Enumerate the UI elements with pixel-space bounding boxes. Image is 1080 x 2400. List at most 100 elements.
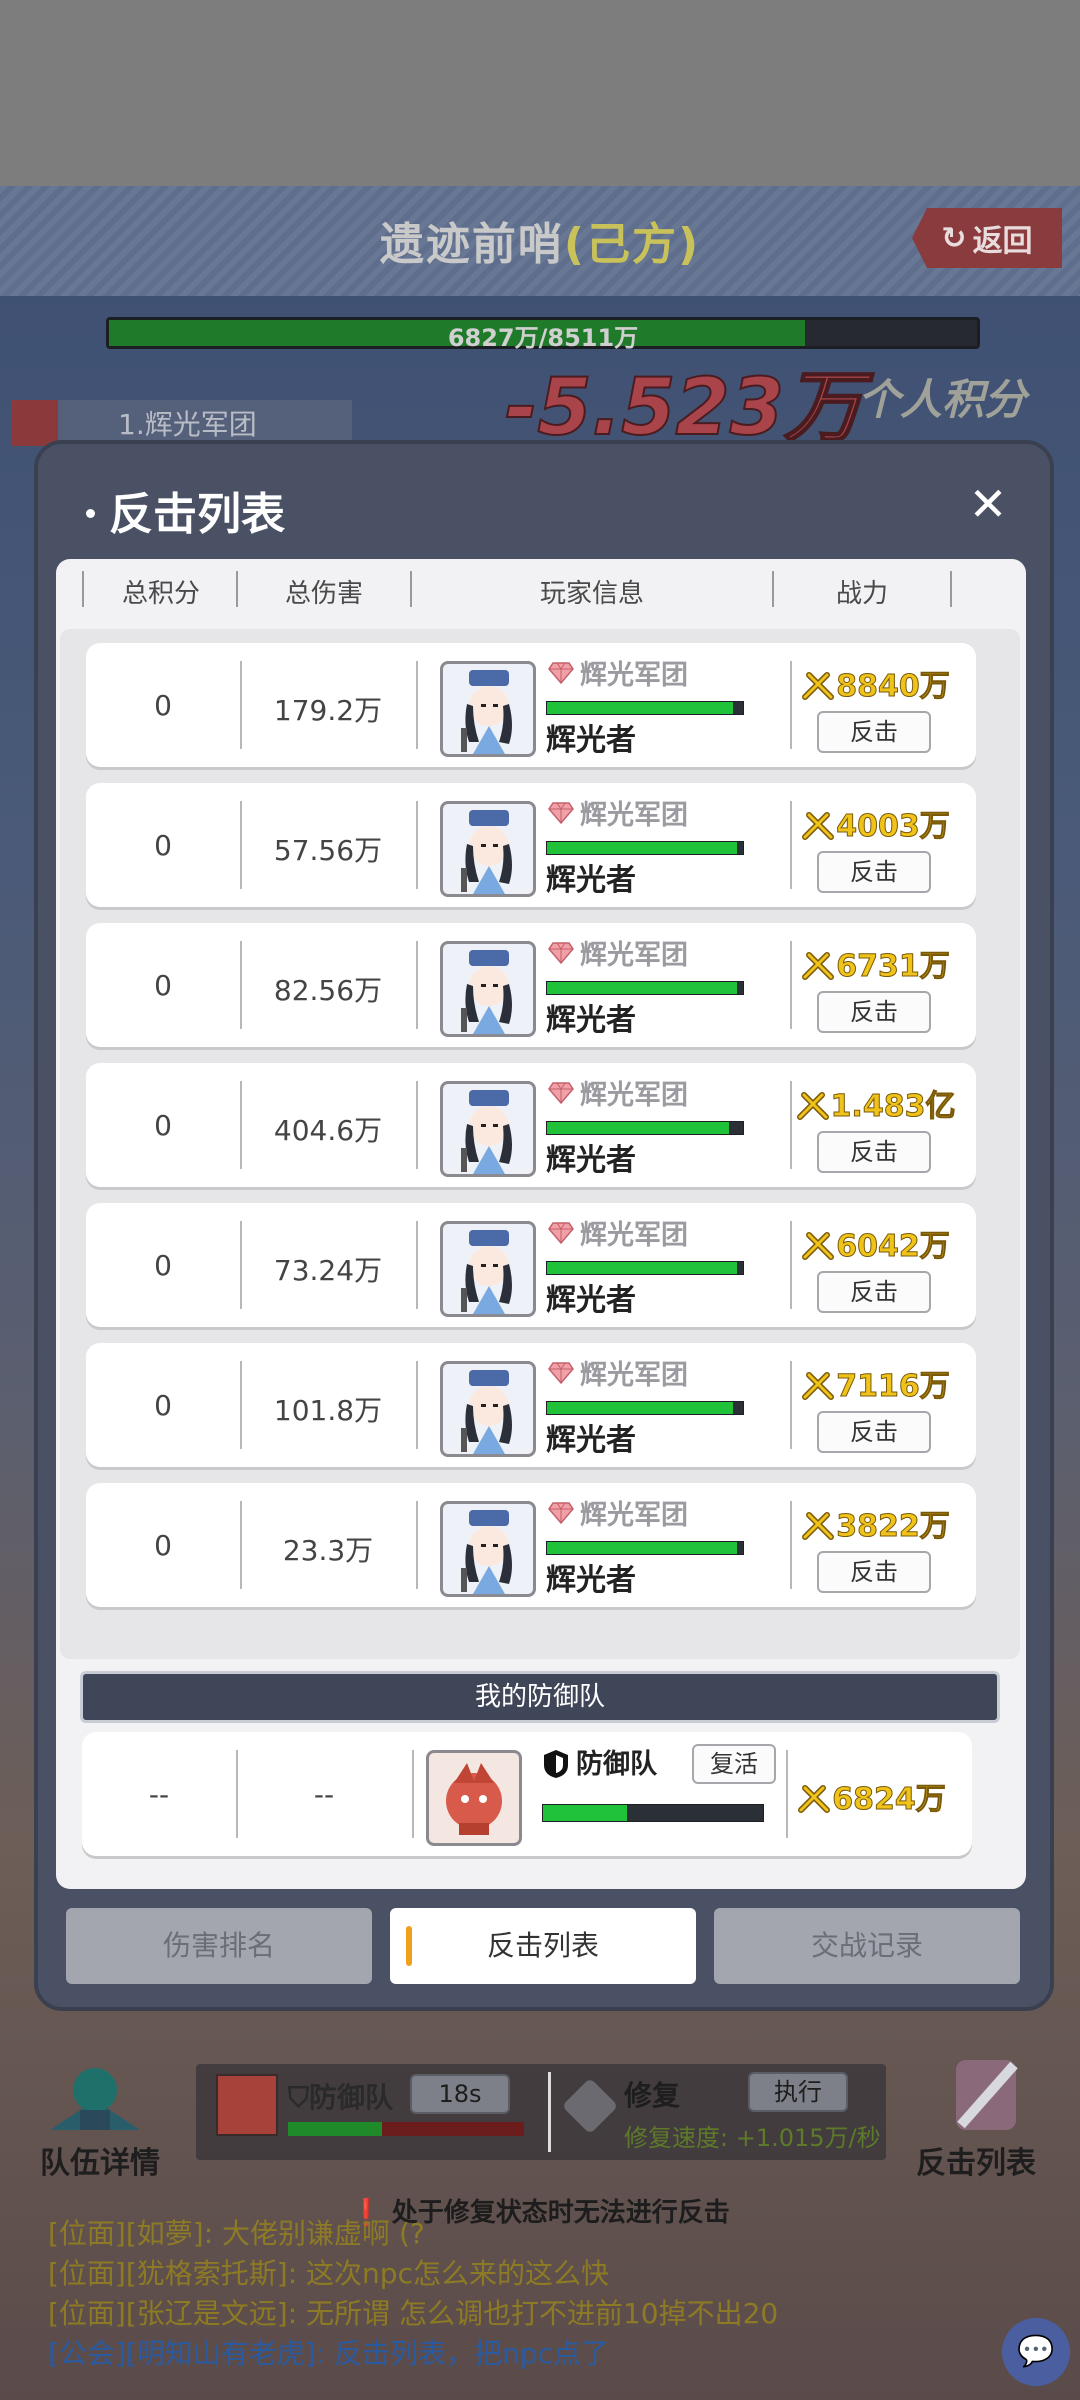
row-total-damage: 179.2万 (273, 694, 383, 727)
counterattack-button[interactable]: 反击 (817, 991, 931, 1033)
player-avatar[interactable] (440, 1081, 536, 1177)
counterattack-button[interactable]: 反击 (817, 851, 931, 893)
player-hp-bar (546, 701, 744, 715)
crossed-swords-icon (802, 672, 835, 700)
player-guild: 辉光军团 (580, 940, 688, 971)
team-details-button[interactable]: 队伍详情 (40, 2060, 180, 2181)
chat-message: [位面][如夢]: 大佬别谦虚啊 (? (48, 2217, 425, 2250)
gem-icon (548, 1362, 574, 1385)
row-total-damage: 73.24万 (273, 1254, 383, 1287)
repair-speed: 修复速度: +1.015万/秒 (624, 2124, 881, 2152)
player-power: 7116万 (786, 1361, 966, 1405)
chat-message: [公会][明知山有老虎]: 反击列表，把npc点了 (48, 2337, 609, 2370)
counterattack-modal: 反击列表 ✕ 总积分 总伤害 玩家信息 战力 0 179.2万 辉光军团 辉光者… (34, 440, 1054, 2011)
close-icon[interactable]: ✕ (966, 481, 1010, 527)
crossed-swords-icon (802, 1372, 835, 1400)
row-total-damage: 404.6万 (273, 1114, 383, 1147)
player-name: 辉光者 (546, 1283, 636, 1318)
counter-list-button[interactable]: 反击列表 (916, 2050, 1056, 2181)
player-guild: 辉光军团 (580, 1360, 688, 1391)
player-avatar[interactable] (440, 1361, 536, 1457)
repair-icon (561, 2077, 619, 2135)
back-button[interactable]: ↻ 返回 (912, 208, 1062, 268)
crossed-swords-icon (802, 952, 835, 980)
gem-icon (548, 1082, 574, 1105)
top-gray-area (0, 0, 1080, 186)
my-damage: -- (313, 1778, 335, 1811)
modal-content: 总积分 总伤害 玩家信息 战力 0 179.2万 辉光军团 辉光者 8840万 … (56, 559, 1026, 1889)
counterattack-row: 0 57.56万 辉光军团 辉光者 4003万 反击 (86, 783, 976, 907)
defense-team-thumb (216, 2074, 278, 2136)
col-power: 战力 (835, 579, 888, 609)
player-hp-bar (546, 1261, 744, 1275)
chat-message: [位面][张辽是文远]: 无所谓 怎么调也打不进前10掉不出20 (48, 2297, 779, 2330)
player-hp-bar (546, 841, 744, 855)
counterattack-row: 0 82.56万 辉光军团 辉光者 6731万 反击 (86, 923, 976, 1047)
row-total-score: 0 (154, 829, 172, 862)
chat-message: [位面][犹格索托斯]: 这次npc怎么来的这么快 (48, 2257, 609, 2290)
chat-log[interactable]: [位面][如夢]: 大佬别谦虚啊 (? [位面][犹格索托斯]: 这次npc怎么来… (48, 2214, 948, 2374)
counterattack-list[interactable]: 0 179.2万 辉光军团 辉光者 8840万 反击 0 57.56万 辉光军团… (60, 629, 1020, 1659)
counterattack-row: 0 23.3万 辉光军团 辉光者 3822万 反击 (86, 1483, 976, 1607)
execute-button[interactable]: 执行 (748, 2072, 848, 2112)
gem-icon (548, 1222, 574, 1245)
player-avatar[interactable] (440, 941, 536, 1037)
player-name: 辉光者 (546, 1423, 636, 1458)
my-defense-name: 防御队 (576, 1749, 657, 1780)
row-total-score: 0 (154, 1249, 172, 1282)
modal-tabs: 伤害排名 反击列表 交战记录 (66, 1908, 1022, 1984)
player-hp-bar (546, 1121, 744, 1135)
defense-status-bar: ⛉防御队 18s 修复 执行 修复速度: +1.015万/秒 (196, 2064, 886, 2160)
gem-icon (548, 802, 574, 825)
col-total-damage: 总伤害 (284, 579, 363, 609)
row-total-score: 0 (154, 1529, 172, 1562)
counterattack-row: 0 404.6万 辉光军团 辉光者 1.483亿 反击 (86, 1063, 976, 1187)
col-player-info: 玩家信息 (539, 579, 644, 609)
tab-damage-ranking[interactable]: 伤害排名 (66, 1908, 372, 1984)
player-avatar[interactable] (440, 801, 536, 897)
gem-icon (548, 1502, 574, 1525)
tab-battle-records[interactable]: 交战记录 (714, 1908, 1020, 1984)
hud-defense-hp-bar (288, 2122, 524, 2136)
shield-icon (544, 1750, 568, 1778)
player-power: 3822万 (786, 1501, 966, 1545)
my-defense-hp-bar (542, 1804, 764, 1822)
revive-button[interactable]: 复活 (692, 1744, 776, 1784)
player-guild: 辉光军团 (580, 1080, 688, 1111)
counterattack-button[interactable]: 反击 (817, 1271, 931, 1313)
player-name: 辉光者 (546, 1003, 636, 1038)
player-power: 4003万 (786, 801, 966, 845)
counterattack-row: 0 101.8万 辉光军团 辉光者 7116万 反击 (86, 1343, 976, 1467)
sword-shield-icon (956, 2060, 1018, 2130)
player-avatar[interactable] (440, 1501, 536, 1597)
player-guild: 辉光军团 (580, 1220, 688, 1251)
personal-score-label: 个人积分 (858, 375, 1027, 424)
counterattack-row: 0 179.2万 辉光军团 辉光者 8840万 反击 (86, 643, 976, 767)
player-guild: 辉光军团 (580, 800, 688, 831)
counterattack-button[interactable]: 反击 (817, 1551, 931, 1593)
defense-team-avatar (426, 1750, 522, 1846)
row-total-damage: 82.56万 (273, 974, 383, 1007)
player-power: 6042万 (786, 1221, 966, 1265)
crossed-swords-icon (802, 812, 835, 840)
counterattack-button[interactable]: 反击 (817, 1411, 931, 1453)
crossed-swords-icon (796, 1092, 829, 1120)
counterattack-button[interactable]: 反击 (817, 1131, 931, 1173)
return-arrow-icon: ↻ (941, 220, 967, 256)
row-total-score: 0 (154, 1109, 172, 1142)
row-total-score: 0 (154, 1389, 172, 1422)
shield-icon: ⛉ (288, 2081, 310, 2114)
player-hp-bar (546, 981, 744, 995)
my-defense-row: -- -- 防御队 复活 6824万 (82, 1732, 972, 1856)
player-guild: 辉光军团 (580, 660, 688, 691)
my-defense-header: 我的防御队 (80, 1671, 1000, 1723)
player-name: 辉光者 (546, 1563, 636, 1598)
chat-bubble-icon[interactable]: 💬 (1002, 2318, 1070, 2386)
counterattack-row: 0 73.24万 辉光军团 辉光者 6042万 反击 (86, 1203, 976, 1327)
player-avatar[interactable] (440, 1221, 536, 1317)
tab-counterattack-list[interactable]: 反击列表 (390, 1908, 696, 1984)
crossed-swords-icon (802, 1232, 835, 1260)
counterattack-button[interactable]: 反击 (817, 711, 931, 753)
hud-defense-label: ⛉防御队 (288, 2081, 394, 2114)
player-avatar[interactable] (440, 661, 536, 757)
